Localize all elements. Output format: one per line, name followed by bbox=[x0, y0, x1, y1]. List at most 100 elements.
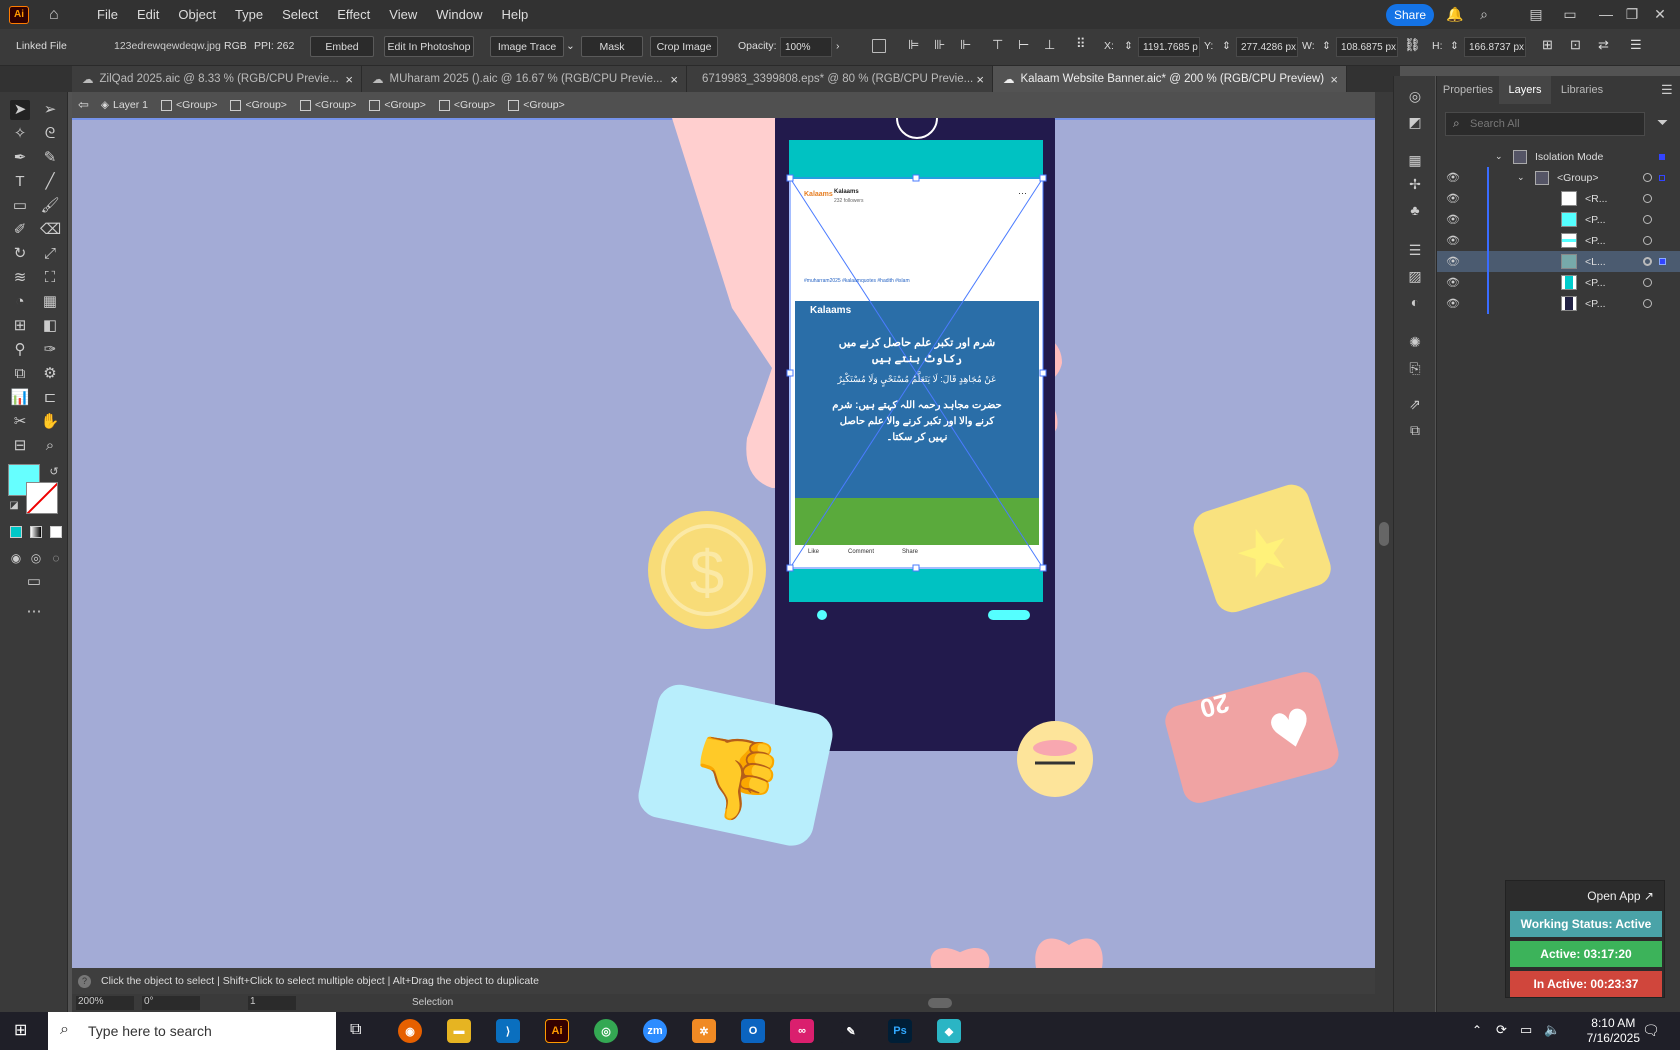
target-circle-icon[interactable] bbox=[1643, 194, 1652, 203]
minimize-icon[interactable]: — bbox=[1598, 6, 1614, 22]
constrain-link-icon[interactable]: ⛓ bbox=[1404, 37, 1421, 53]
asset-export-icon[interactable]: ⎘ bbox=[1405, 360, 1425, 378]
target-circle-icon[interactable] bbox=[1643, 278, 1652, 287]
breadcrumb-group[interactable]: <Group> bbox=[230, 99, 287, 111]
artboard-number[interactable]: 1 bbox=[248, 996, 296, 1010]
shape-builder-tool-icon[interactable]: ◔ bbox=[10, 292, 30, 312]
measure-tool-icon[interactable]: ✑ bbox=[40, 340, 60, 360]
recolor-icon[interactable] bbox=[872, 39, 886, 53]
stroke-color-swatch[interactable] bbox=[26, 482, 58, 514]
workspace-icon[interactable]: ▤ bbox=[1528, 6, 1544, 22]
edit-in-photoshop-button[interactable]: Edit In Photoshop bbox=[384, 36, 474, 57]
vertical-scroll-thumb[interactable] bbox=[1379, 522, 1389, 546]
curvature-tool-icon[interactable]: ✎ bbox=[40, 148, 60, 168]
target-circle-icon[interactable] bbox=[1643, 236, 1652, 245]
symbol-sprayer-tool-icon[interactable]: ⚙ bbox=[40, 364, 60, 384]
current-tool[interactable]: Selection bbox=[412, 997, 453, 1008]
network-icon[interactable]: ▭ bbox=[1520, 1022, 1532, 1038]
illustrator-taskbar-icon[interactable]: Ai bbox=[545, 1019, 569, 1043]
back-arrow-icon[interactable]: ⇦ bbox=[78, 97, 89, 113]
menu-select[interactable]: Select bbox=[282, 7, 318, 22]
menu-view[interactable]: View bbox=[389, 7, 417, 22]
shaper-tool-icon[interactable]: ✐ bbox=[10, 220, 30, 240]
align-center-icon[interactable]: ⊪ bbox=[934, 37, 945, 53]
eye-icon[interactable]: 👁 bbox=[1446, 192, 1460, 205]
layer-row[interactable]: 👁 <P... bbox=[1437, 230, 1680, 251]
brushes-icon[interactable]: ✢ bbox=[1405, 176, 1425, 194]
menu-effect[interactable]: Effect bbox=[337, 7, 370, 22]
eye-icon[interactable]: 👁 bbox=[1446, 255, 1460, 268]
menu-file[interactable]: File bbox=[97, 7, 118, 22]
app-gem-icon[interactable]: ◆ bbox=[937, 1019, 961, 1043]
tab-close-icon[interactable]: × bbox=[670, 72, 678, 87]
w-stepper-icon[interactable]: ⇕ bbox=[1322, 40, 1331, 52]
bell-icon[interactable]: 🔔 bbox=[1446, 6, 1463, 22]
home-icon[interactable]: ⌂ bbox=[49, 6, 67, 23]
draw-inside-icon[interactable]: ◌ bbox=[46, 548, 66, 568]
export-icon[interactable]: ⇗ bbox=[1405, 396, 1425, 414]
default-colors-icon[interactable]: ◪ bbox=[4, 496, 24, 516]
flip-icon[interactable]: ⇄ bbox=[1598, 37, 1609, 53]
image-trace-button[interactable]: Image Trace bbox=[490, 36, 564, 57]
menu-help[interactable]: Help bbox=[501, 7, 528, 22]
linked-file-label[interactable]: Linked File bbox=[16, 40, 67, 52]
tab-close-icon[interactable]: × bbox=[976, 72, 984, 87]
symbols-icon[interactable]: ♣ bbox=[1405, 202, 1425, 220]
scale-tool-icon[interactable]: ⤢ bbox=[40, 244, 60, 264]
tab-zilqad[interactable]: ☁ ZilQad 2025.aic @ 8.33 % (RGB/CPU Prev… bbox=[72, 66, 362, 92]
transform-icon[interactable]: ⊞ bbox=[1542, 37, 1553, 53]
rectangle-tool-icon[interactable]: ▭ bbox=[10, 196, 30, 216]
layer-row[interactable]: 👁 <P... bbox=[1437, 272, 1680, 293]
layer-row[interactable]: 👁 <R... bbox=[1437, 188, 1680, 209]
tab-eps[interactable]: 6719983_3399808.eps* @ 80 % (RGB/CPU Pre… bbox=[687, 66, 993, 92]
hand-tool-icon[interactable]: ✋ bbox=[40, 412, 60, 432]
gradient-mode-icon[interactable] bbox=[30, 526, 42, 538]
tab-properties[interactable]: Properties bbox=[1437, 76, 1499, 104]
layer-row-group[interactable]: 👁 ⌄ <Group> bbox=[1437, 167, 1680, 188]
eraser-tool-icon[interactable]: ⌫ bbox=[40, 220, 61, 240]
graphic-styles-icon[interactable]: ◩ bbox=[1405, 114, 1425, 132]
isolation-mode-row[interactable]: ⌄ Isolation Mode bbox=[1437, 146, 1680, 167]
perspective-grid-tool-icon[interactable]: ▦ bbox=[40, 292, 60, 312]
panel-menu-icon[interactable]: ☰ bbox=[1630, 37, 1642, 53]
x-stepper-icon[interactable]: ⇕ bbox=[1124, 40, 1133, 52]
target-circle-icon[interactable] bbox=[1643, 215, 1652, 224]
layer-row[interactable]: 👁 <P... bbox=[1437, 209, 1680, 230]
zoom-tool-icon[interactable]: ⌕ bbox=[40, 436, 60, 456]
magic-wand-tool-icon[interactable]: ✧ bbox=[10, 124, 30, 144]
rotation-select[interactable]: 0° bbox=[142, 996, 200, 1010]
align-middle-icon[interactable]: ⊢ bbox=[1018, 37, 1029, 53]
panel-menu-icon[interactable]: ☰ bbox=[1661, 82, 1673, 98]
firefox-icon[interactable]: ◉ bbox=[398, 1019, 422, 1043]
layer-row-selected[interactable]: 👁 <L... bbox=[1437, 251, 1680, 272]
type-tool-icon[interactable]: T bbox=[10, 172, 30, 192]
h-stepper-icon[interactable]: ⇕ bbox=[1450, 40, 1459, 52]
rotate-tool-icon[interactable]: ↻ bbox=[10, 244, 30, 264]
tray-app-icon[interactable]: ⟳ bbox=[1496, 1022, 1507, 1038]
embed-button[interactable]: Embed bbox=[310, 36, 374, 57]
w-input[interactable]: 108.6875 px bbox=[1336, 37, 1398, 57]
y-stepper-icon[interactable]: ⇕ bbox=[1222, 40, 1231, 52]
graph-tool-icon[interactable]: 📊 bbox=[10, 388, 30, 408]
appearance-icon[interactable]: ◎ bbox=[1405, 88, 1425, 106]
photoshop-icon[interactable]: Ps bbox=[888, 1019, 912, 1043]
menu-window[interactable]: Window bbox=[436, 7, 482, 22]
outlook-icon[interactable]: O bbox=[741, 1019, 765, 1043]
eye-icon[interactable]: 👁 bbox=[1446, 171, 1460, 184]
breadcrumb-group[interactable]: <Group> bbox=[508, 99, 565, 111]
chrome-icon[interactable]: ◎ bbox=[594, 1019, 618, 1043]
pen-app-icon[interactable]: ✎ bbox=[839, 1019, 863, 1043]
draw-behind-icon[interactable]: ◎ bbox=[26, 548, 46, 568]
target-circle-icon[interactable] bbox=[1643, 299, 1652, 308]
line-tool-icon[interactable]: ╱ bbox=[40, 172, 60, 192]
mask-button[interactable]: Mask bbox=[581, 36, 643, 57]
notification-icon[interactable]: 🗨 bbox=[1642, 1022, 1660, 1039]
tab-layers[interactable]: Layers bbox=[1499, 76, 1551, 104]
artboards-icon[interactable]: ⧉ bbox=[1405, 422, 1425, 440]
tab-libraries[interactable]: Libraries bbox=[1551, 76, 1613, 104]
target-circle-icon[interactable] bbox=[1643, 173, 1652, 182]
eye-icon[interactable]: 👁 bbox=[1446, 213, 1460, 226]
taskbar-search-input[interactable]: Type here to search bbox=[48, 1012, 336, 1050]
system-clock[interactable]: 8:10 AM 7/16/2025 bbox=[1587, 1016, 1640, 1046]
free-transform-tool-icon[interactable]: ⛶ bbox=[40, 268, 60, 288]
